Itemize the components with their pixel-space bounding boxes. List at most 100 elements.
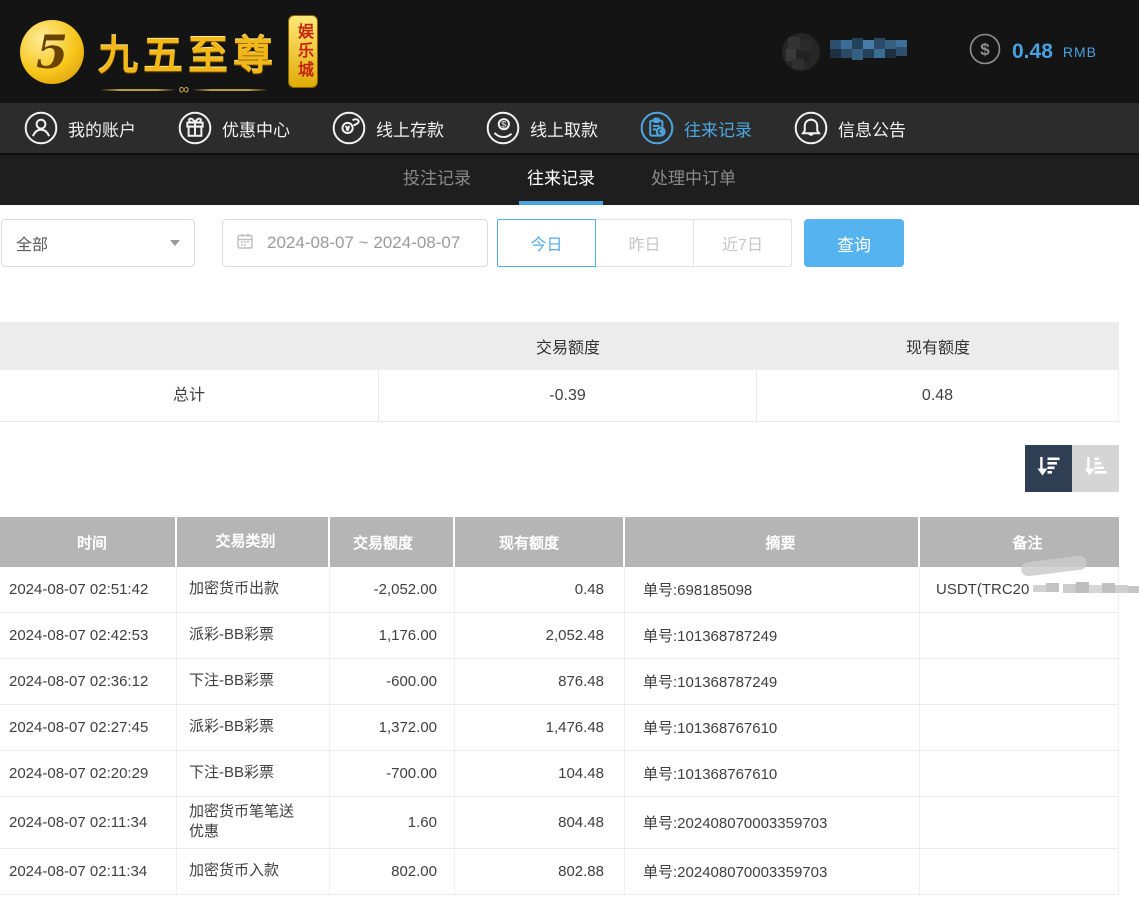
summary-balance-total: 0.48 xyxy=(757,370,1119,421)
svg-text:$: $ xyxy=(501,119,506,129)
cell-balance: 0.48 xyxy=(455,567,625,612)
cell-remark xyxy=(920,751,1119,796)
cell-category: 下注-BB彩票 xyxy=(177,659,330,704)
nav-item-withdraw[interactable]: $ 线上取款 xyxy=(486,111,598,145)
summary-transaction-total: -0.39 xyxy=(379,370,757,421)
col-category: 交易类别 xyxy=(177,517,330,567)
cell-summary: 单号:101368787249 xyxy=(625,659,920,704)
yesterday-button[interactable]: 昨日 xyxy=(595,219,694,267)
deposit-icon xyxy=(332,111,366,145)
table-row: 2024-08-07 02:27:45 派彩-BB彩票 1,372.00 1,4… xyxy=(0,705,1119,751)
col-balance: 现有额度 xyxy=(455,517,625,567)
table-row: 2024-08-07 02:36:12 下注-BB彩票 -600.00 876.… xyxy=(0,659,1119,705)
nav-label: 信息公告 xyxy=(838,116,906,141)
cell-time: 2024-08-07 02:51:42 xyxy=(0,567,177,612)
cell-time: 2024-08-07 02:11:34 xyxy=(0,849,177,894)
type-select[interactable]: 全部 xyxy=(1,219,195,267)
filter-bar: 全部 2024-08-07 ~ 2024-08-07 今日 昨日 近7日 查询 xyxy=(1,219,1139,267)
nav-label: 线上存款 xyxy=(376,116,444,141)
cell-summary: 单号:202408070003359703 xyxy=(625,849,920,894)
col-amount: 交易额度 xyxy=(330,517,455,567)
sub-tabs: 投注记录 往来记录 处理中订单 xyxy=(0,155,1139,205)
col-remark: 备注 xyxy=(920,517,1119,567)
cell-summary: 单号:101368787249 xyxy=(625,613,920,658)
summary-total-row: 总计 -0.39 0.48 xyxy=(0,370,1119,422)
sort-descending-icon xyxy=(1035,453,1062,485)
cell-time: 2024-08-07 02:36:12 xyxy=(0,659,177,704)
cell-balance: 1,476.48 xyxy=(455,705,625,750)
username-blurred xyxy=(830,36,910,67)
summary-col-balance: 现有额度 xyxy=(757,334,1119,358)
cell-remark: USDT(TRC20 xyxy=(920,567,1119,612)
tab-transaction-records[interactable]: 往来记录 xyxy=(525,155,597,205)
today-button[interactable]: 今日 xyxy=(497,219,596,267)
cell-amount: 1,372.00 xyxy=(330,705,455,750)
coin-icon: $ xyxy=(968,32,1002,71)
cell-remark xyxy=(920,849,1119,894)
user-info[interactable] xyxy=(782,33,910,71)
cell-remark xyxy=(920,797,1119,848)
balance-currency: RMB xyxy=(1063,44,1097,60)
brand-badge: 娱乐城 xyxy=(288,15,318,88)
sort-ascending-icon xyxy=(1082,453,1109,485)
cell-balance: 802.88 xyxy=(455,849,625,894)
cell-amount: -2,052.00 xyxy=(330,567,455,612)
top-header: 5 九五至尊 娱乐城 ∞ xyxy=(0,0,1139,103)
date-range-value: 2024-08-07 ~ 2024-08-07 xyxy=(267,233,460,253)
nav-label: 线上取款 xyxy=(530,116,598,141)
avatar xyxy=(782,33,820,71)
date-range-input[interactable]: 2024-08-07 ~ 2024-08-07 xyxy=(222,219,488,267)
cell-amount: -600.00 xyxy=(330,659,455,704)
cell-summary: 单号:698185098 xyxy=(625,567,920,612)
cell-amount: 802.00 xyxy=(330,849,455,894)
cell-time: 2024-08-07 02:11:34 xyxy=(0,797,177,848)
chevron-down-icon xyxy=(170,240,180,246)
nav-item-promotions[interactable]: 优惠中心 xyxy=(178,111,290,145)
nav-item-transaction-records[interactable]: 往来记录 xyxy=(640,111,752,145)
search-button[interactable]: 查询 xyxy=(804,219,904,267)
cell-category: 加密货币笔笔送优惠 xyxy=(177,797,330,848)
table-row: 2024-08-07 02:11:34 加密货币笔笔送优惠 1.60 804.4… xyxy=(0,797,1119,849)
svg-text:$: $ xyxy=(980,40,990,59)
col-summary: 摘要 xyxy=(625,517,920,567)
sort-ascending-button[interactable] xyxy=(1072,445,1119,492)
cell-balance: 876.48 xyxy=(455,659,625,704)
nav-item-announcements[interactable]: 信息公告 xyxy=(794,111,906,145)
cell-amount: 1.60 xyxy=(330,797,455,848)
brand-name: 九五至尊 xyxy=(98,23,278,81)
remark-text: USDT(TRC20 xyxy=(936,581,1029,598)
table-header-row: 时间 交易类别 交易额度 现有额度 摘要 备注 xyxy=(0,517,1119,567)
table-row: 2024-08-07 02:42:53 派彩-BB彩票 1,176.00 2,0… xyxy=(0,613,1119,659)
nav-item-deposit[interactable]: 线上存款 xyxy=(332,111,444,145)
balance-display: $ 0.48 RMB xyxy=(968,32,1097,71)
cell-category: 下注-BB彩票 xyxy=(177,751,330,796)
cell-category: 加密货币入款 xyxy=(177,849,330,894)
nav-label: 我的账户 xyxy=(68,116,136,141)
nav-label: 优惠中心 xyxy=(222,116,290,141)
summary-table: 交易额度 现有额度 总计 -0.39 0.48 xyxy=(0,322,1119,422)
withdraw-icon: $ xyxy=(486,111,520,145)
records-table: 时间 交易类别 交易额度 现有额度 摘要 备注 2024-08-07 02:51… xyxy=(0,517,1119,895)
cell-category: 加密货币出款 xyxy=(177,567,330,612)
cell-time: 2024-08-07 02:27:45 xyxy=(0,705,177,750)
cell-remark xyxy=(920,659,1119,704)
brand-mark-icon: 5 xyxy=(20,20,84,84)
tab-betting-records[interactable]: 投注记录 xyxy=(401,155,473,205)
records-icon xyxy=(640,111,674,145)
user-icon xyxy=(24,111,58,145)
cell-category: 派彩-BB彩票 xyxy=(177,705,330,750)
cell-summary: 单号:101368767610 xyxy=(625,751,920,796)
tab-pending-orders[interactable]: 处理中订单 xyxy=(649,155,738,205)
cell-category: 派彩-BB彩票 xyxy=(177,613,330,658)
cell-remark xyxy=(920,613,1119,658)
last7days-button[interactable]: 近7日 xyxy=(693,219,792,267)
cell-balance: 804.48 xyxy=(455,797,625,848)
cell-time: 2024-08-07 02:42:53 xyxy=(0,613,177,658)
brand-logo: 5 九五至尊 娱乐城 ∞ xyxy=(20,15,350,88)
nav-item-my-account[interactable]: 我的账户 xyxy=(24,111,136,145)
summary-col-transaction: 交易额度 xyxy=(379,334,757,358)
bell-icon xyxy=(794,111,828,145)
sort-descending-button[interactable] xyxy=(1025,445,1072,492)
table-row: 2024-08-07 02:20:29 下注-BB彩票 -700.00 104.… xyxy=(0,751,1119,797)
sort-bar xyxy=(0,445,1119,492)
